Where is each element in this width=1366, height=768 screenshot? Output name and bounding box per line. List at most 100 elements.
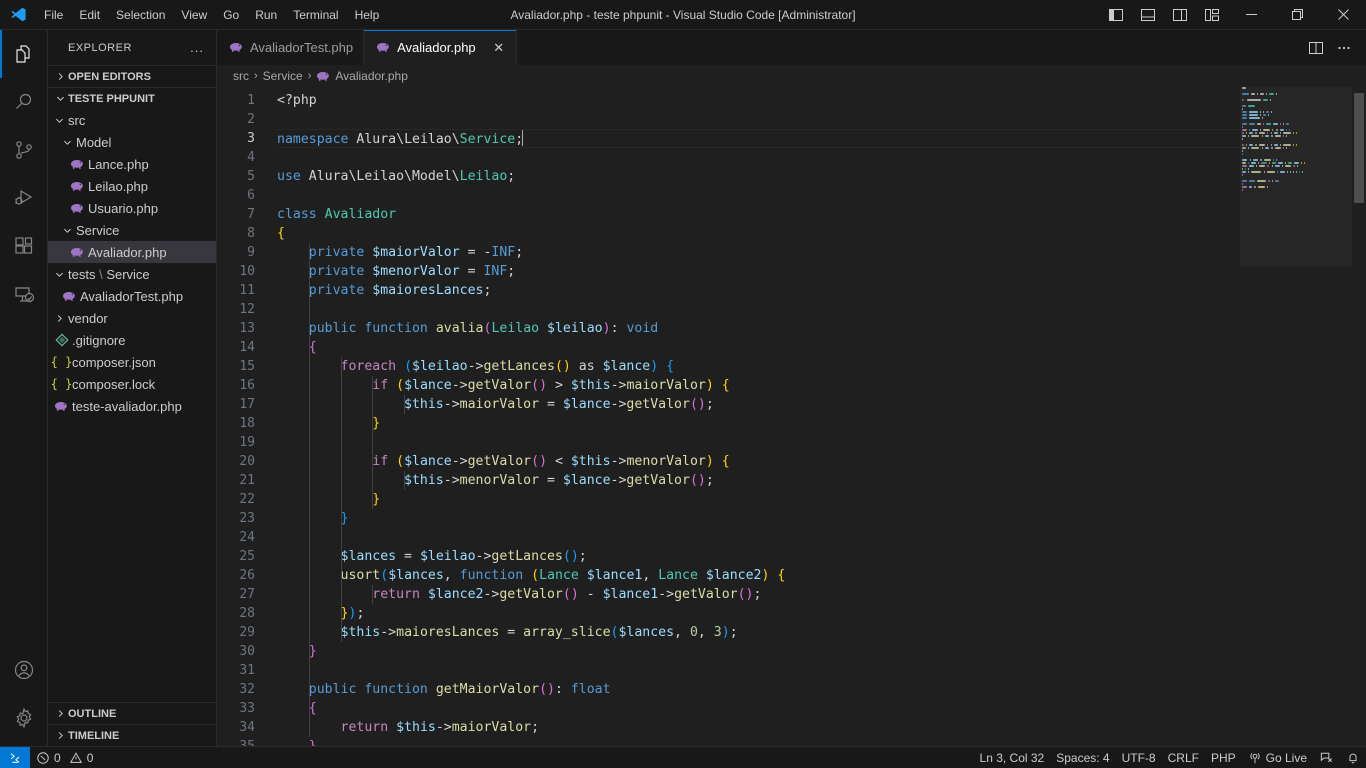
remote-indicator[interactable] (0, 746, 30, 768)
code-line[interactable]: foreach ($leilao->getLances() as $lance)… (277, 357, 1366, 376)
maximize-button[interactable] (1274, 0, 1320, 30)
sidebar-more-actions-icon[interactable]: ... (186, 40, 208, 55)
breadcrumb-item-service[interactable]: Service (263, 69, 303, 83)
tree-item-vendor[interactable]: vendor (48, 307, 216, 329)
menu-file[interactable]: File (36, 4, 71, 26)
code-line[interactable]: $lances = $leilao->getLances(); (277, 547, 1366, 566)
code-line[interactable] (277, 148, 1366, 167)
code-line[interactable]: } (277, 509, 1366, 528)
menu-run[interactable]: Run (247, 4, 285, 26)
menu-help[interactable]: Help (347, 4, 388, 26)
activity-source-control[interactable] (0, 126, 48, 174)
ellipsis-icon[interactable] (1330, 30, 1358, 65)
editor-position[interactable]: Ln 3, Col 32 (974, 747, 1051, 768)
tab-avaliador[interactable]: Avaliador.php ✕ (364, 30, 517, 65)
code-line[interactable] (277, 186, 1366, 205)
code-line[interactable]: <?php (277, 91, 1366, 110)
tree-item-teste-avaliador-php[interactable]: teste-avaliador.php (48, 395, 216, 417)
editor-encoding[interactable]: UTF-8 (1116, 747, 1162, 768)
tree-item-service[interactable]: Service (48, 219, 216, 241)
toggle-secondary-sidebar-icon[interactable] (1164, 0, 1196, 30)
chevron-down-icon[interactable] (52, 115, 67, 126)
sidebar-section-outline[interactable]: OUTLINE (48, 702, 216, 724)
split-editor-icon[interactable] (1302, 30, 1330, 65)
remote-open-button[interactable] (1313, 747, 1340, 768)
chevron-down-icon[interactable] (60, 225, 75, 236)
toggle-primary-sidebar-icon[interactable] (1100, 0, 1132, 30)
tree-item-leilao-php[interactable]: Leilao.php (48, 175, 216, 197)
code-line[interactable] (277, 433, 1366, 452)
activity-settings[interactable] (0, 694, 48, 742)
code-line[interactable]: { (277, 699, 1366, 718)
editor-indentation[interactable]: Spaces: 4 (1050, 747, 1115, 768)
tree-item-avaliador-php[interactable]: Avaliador.php (48, 241, 216, 263)
menu-selection[interactable]: Selection (108, 4, 173, 26)
tree-item-tests[interactable]: tests \ Service (48, 263, 216, 285)
code-line[interactable]: } (277, 414, 1366, 433)
code-line[interactable]: private $maiorValor = -INF; (277, 243, 1366, 262)
activity-run-debug[interactable] (0, 174, 48, 222)
activity-search[interactable] (0, 78, 48, 126)
problems-status[interactable]: 0 0 (30, 747, 99, 768)
code-line[interactable] (277, 300, 1366, 319)
activity-remote-explorer[interactable] (0, 270, 48, 318)
tab-avaliadortest[interactable]: AvaliadorTest.php (217, 30, 365, 65)
editor-eol[interactable]: CRLF (1162, 747, 1205, 768)
code-line[interactable]: namespace Alura\Leilao\Service; (277, 129, 1366, 148)
editor-language[interactable]: PHP (1205, 747, 1242, 768)
tree-item-usuario-php[interactable]: Usuario.php (48, 197, 216, 219)
code-editor[interactable]: 1 2 3 4 5 6 7 8 9 10 11 12 13 14 15 16 17 18 19 20 21 22 23 24 2… (217, 87, 1366, 746)
activity-explorer[interactable] (0, 30, 48, 78)
code-line[interactable]: if ($lance->getValor() < $this->menorVal… (277, 452, 1366, 471)
breadcrumb-item-avaliador-php[interactable]: Avaliador.php (316, 69, 408, 84)
code-line[interactable] (277, 528, 1366, 547)
chevron-right-icon[interactable] (52, 313, 67, 324)
menu-view[interactable]: View (173, 4, 215, 26)
tree-item--gitignore[interactable]: .gitignore (48, 329, 216, 351)
code-line[interactable]: $this->maiorValor = $lance->getValor(); (277, 395, 1366, 414)
scrollbar-thumb[interactable] (1354, 93, 1364, 203)
sidebar-section-open-editors[interactable]: OPEN EDITORS (48, 65, 216, 87)
menu-edit[interactable]: Edit (71, 4, 108, 26)
code-line[interactable]: { (277, 338, 1366, 357)
close-icon[interactable]: ✕ (492, 40, 506, 56)
code-line[interactable]: } (277, 737, 1366, 746)
code-line[interactable]: { (277, 224, 1366, 243)
sidebar-section-workspace[interactable]: TESTE PHPUNIT (48, 87, 216, 109)
tree-item-src[interactable]: src (48, 109, 216, 131)
toggle-panel-icon[interactable] (1132, 0, 1164, 30)
activity-accounts[interactable] (0, 646, 48, 694)
tree-item-model[interactable]: Model (48, 131, 216, 153)
tree-item-lance-php[interactable]: Lance.php (48, 153, 216, 175)
editor-scrollbar[interactable] (1352, 87, 1366, 746)
menu-terminal[interactable]: Terminal (285, 4, 346, 26)
code-line[interactable]: if ($lance->getValor() > $this->maiorVal… (277, 376, 1366, 395)
code-line[interactable]: return $lance2->getValor() - $lance1->ge… (277, 585, 1366, 604)
code-line[interactable]: public function getMaiorValor(): float (277, 680, 1366, 699)
code-line[interactable]: $this->maioresLances = array_slice($lanc… (277, 623, 1366, 642)
tree-item-composer-json[interactable]: { } composer.json (48, 351, 216, 373)
tree-item-composer-lock[interactable]: { } composer.lock (48, 373, 216, 395)
code-line[interactable]: private $menorValor = INF; (277, 262, 1366, 281)
code-line[interactable]: use Alura\Leilao\Model\Leilao; (277, 167, 1366, 186)
code-line[interactable]: class Avaliador (277, 205, 1366, 224)
close-button[interactable] (1320, 0, 1366, 30)
code-line[interactable]: } (277, 642, 1366, 661)
menu-go[interactable]: Go (215, 4, 247, 26)
code-line[interactable] (277, 661, 1366, 680)
code-line[interactable] (277, 110, 1366, 129)
breadcrumb-item-src[interactable]: src (233, 69, 249, 83)
minimize-button[interactable] (1228, 0, 1274, 30)
code-line[interactable]: }); (277, 604, 1366, 623)
activity-extensions[interactable] (0, 222, 48, 270)
code-line[interactable]: return $this->maiorValor; (277, 718, 1366, 737)
code-line[interactable]: private $maioresLances; (277, 281, 1366, 300)
tree-item-avaliadortest-php[interactable]: AvaliadorTest.php (48, 285, 216, 307)
notifications-bell[interactable] (1340, 747, 1366, 768)
code-line[interactable]: $this->menorValor = $lance->getValor(); (277, 471, 1366, 490)
chevron-down-icon[interactable] (52, 269, 67, 280)
sidebar-section-timeline[interactable]: TIMELINE (48, 724, 216, 746)
code-line[interactable]: } (277, 490, 1366, 509)
code-content[interactable]: <?php namespace Alura\Leilao\Service; us… (277, 87, 1366, 746)
code-line[interactable]: usort($lances, function (Lance $lance1, … (277, 566, 1366, 585)
